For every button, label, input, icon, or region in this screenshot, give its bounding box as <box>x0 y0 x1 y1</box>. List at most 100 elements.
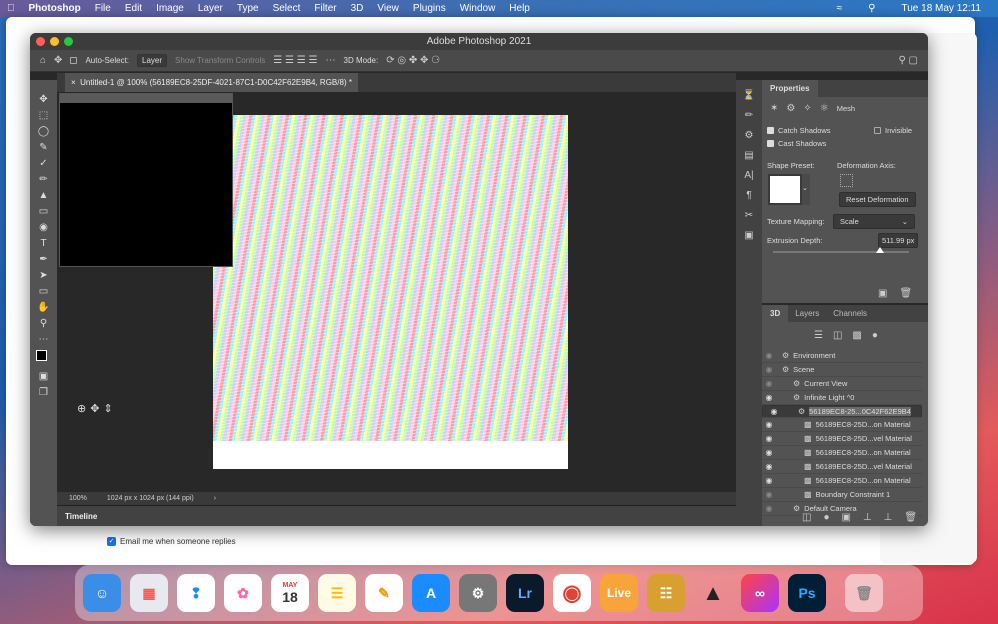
menu-select[interactable]: Select <box>273 3 301 14</box>
screen-mode-icon[interactable]: ❐ <box>39 387 48 398</box>
tab-channels[interactable]: Channels <box>826 305 874 322</box>
quick-select-tool-icon[interactable]: ✎ <box>39 142 47 153</box>
stamp-tool-icon[interactable]: ▲ <box>39 190 49 201</box>
creative-cloud-icon[interactable]: ∞ <box>741 574 779 612</box>
history-icon[interactable]: ⏳ <box>743 90 755 101</box>
visibility-eye-icon[interactable]: ◉ <box>762 379 776 388</box>
apple-icon[interactable]:  <box>7 3 15 14</box>
show-transform-controls[interactable]: Show Transform Controls <box>175 56 265 65</box>
paragraph-icon[interactable]: ¶ <box>746 190 751 201</box>
menu-file[interactable]: File <box>95 3 111 14</box>
search-icon[interactable]: ⚲ <box>868 3 875 14</box>
menu-view[interactable]: View <box>377 3 399 14</box>
visibility-eye-icon[interactable]: ◉ <box>762 504 776 513</box>
close-button[interactable] <box>36 37 45 46</box>
scene-tree-item[interactable]: ◉ ⚙ Scene <box>762 363 922 377</box>
type-tool-icon[interactable]: T <box>40 238 46 249</box>
visibility-eye-icon[interactable]: ◉ <box>762 365 776 374</box>
minimize-button[interactable] <box>50 37 59 46</box>
dolly-icon[interactable]: ⇕ <box>103 402 112 415</box>
path-select-tool-icon[interactable]: ➤ <box>39 270 47 281</box>
archive-icon[interactable]: ☷ <box>647 574 685 612</box>
reset-deformation-button[interactable]: Reset Deformation <box>839 192 916 207</box>
hand-tool-icon[interactable]: ✋ <box>37 302 49 313</box>
inkscape-icon[interactable]: ▲ <box>694 574 732 612</box>
deform-icon[interactable]: ⚙ <box>786 103 795 114</box>
scene-tree-item[interactable]: ◉ ▩ 56189EC8-25D...on Material <box>762 474 922 488</box>
zoom-button[interactable] <box>64 37 73 46</box>
wifi-icon[interactable]: ≈ <box>837 3 843 14</box>
material-filter-icon[interactable]: ▩ <box>852 330 861 341</box>
render-icon[interactable]: ▣ <box>878 288 887 299</box>
clock[interactable]: Tue 18 May 12:11 <box>902 3 982 14</box>
extrusion-depth-input[interactable]: 511.99 px <box>878 233 919 248</box>
marquee-tool-icon[interactable]: ⬚ <box>39 110 48 121</box>
brush-settings-icon[interactable]: ✏ <box>745 110 753 121</box>
lightroom-icon[interactable]: Lr <box>506 574 544 612</box>
visibility-eye-icon[interactable]: ◉ <box>762 462 776 471</box>
add-light-icon[interactable]: ● <box>823 512 829 523</box>
light-filter-icon[interactable]: ● <box>872 330 878 341</box>
document-tab[interactable]: × Untitled-1 @ 100% (56189EC8-25DF-4021-… <box>65 73 358 92</box>
catch-shadows-checkbox[interactable] <box>767 127 774 134</box>
zoom-level[interactable]: 100% <box>69 495 87 502</box>
menu-window[interactable]: Window <box>460 3 496 14</box>
scene-tree-item[interactable]: ◉ ▩ 56189EC8-25D...vel Material <box>762 460 922 475</box>
eyedropper-tool-icon[interactable]: ✓ <box>39 158 47 169</box>
more-tools-icon[interactable]: ⋯ <box>39 334 49 345</box>
home-icon[interactable]: ⌂ <box>40 55 46 66</box>
photoshop-dock-icon[interactable]: Ps <box>788 574 826 612</box>
menu-layer[interactable]: Layer <box>198 3 223 14</box>
shape-preset-chevron-icon[interactable]: ⌄ <box>802 174 810 205</box>
live-icon[interactable]: Live <box>600 574 638 612</box>
quick-mask-icon[interactable]: ▣ <box>39 371 48 382</box>
visibility-eye-icon[interactable]: ◉ <box>762 490 776 499</box>
scene-tree-item[interactable]: ◉ ▩ 56189EC8-25D...on Material <box>762 446 922 461</box>
scene-tree-item[interactable]: ◉ ⚙ Environment <box>762 349 922 363</box>
lasso-tool-icon[interactable]: ◯ <box>38 126 49 137</box>
scene-filter-icon[interactable]: ☰ <box>814 330 823 341</box>
photos-icon[interactable]: ✿ <box>224 574 262 612</box>
app-store-icon[interactable]: A <box>412 574 450 612</box>
menu-plugins[interactable]: Plugins <box>413 3 446 14</box>
brush-tool-icon[interactable]: ✏ <box>39 174 47 185</box>
character-icon[interactable]: A| <box>744 170 753 181</box>
system-preferences-icon[interactable]: ⚙ <box>459 574 497 612</box>
menu-image[interactable]: Image <box>156 3 184 14</box>
floating-3d-view[interactable] <box>59 93 233 267</box>
chrome-icon[interactable]: ◉ <box>553 574 591 612</box>
canvas-image[interactable] <box>213 115 568 469</box>
scene-tree-item[interactable]: ◉ ⚙ 56189EC8-25...0C42F62E9B4 <box>762 404 922 419</box>
add-mesh-icon[interactable]: ◫ <box>802 512 811 523</box>
drop-icon[interactable]: ⊥ <box>884 512 893 523</box>
cap-icon[interactable]: ✧ <box>803 103 811 114</box>
canvas-area[interactable]: ⊕ ✥ ⇕ <box>57 92 736 492</box>
menu-filter[interactable]: Filter <box>314 3 336 14</box>
adjustments-icon[interactable]: ⚙ <box>745 130 754 141</box>
invisible-checkbox[interactable] <box>874 127 881 134</box>
menu-edit[interactable]: Edit <box>125 3 142 14</box>
pan-icon[interactable]: ✥ <box>90 402 99 415</box>
visibility-eye-icon[interactable]: ◉ <box>762 476 776 485</box>
eraser-tool-icon[interactable]: ▭ <box>39 206 48 217</box>
launchpad-icon[interactable]: ▦ <box>130 574 168 612</box>
mesh-filter-icon[interactable]: ◫ <box>833 330 842 341</box>
mesh-properties-icon[interactable]: ✶ <box>770 103 778 114</box>
align-icons[interactable]: ☰ ☰ ☰ ☰ <box>273 55 317 66</box>
safari-icon[interactable]: ❢ <box>177 574 215 612</box>
auto-select-checkbox[interactable] <box>70 57 78 64</box>
shape-tool-icon[interactable]: ▭ <box>39 286 48 297</box>
visibility-eye-icon[interactable]: ◉ <box>767 407 781 416</box>
pen-tool-icon[interactable]: ✒ <box>39 254 47 265</box>
scene-tree-item[interactable]: ◉ ⚙ Infinite Light ^0 <box>762 391 922 405</box>
tab-layers[interactable]: Layers <box>788 305 826 322</box>
menu-3d[interactable]: 3D <box>351 3 364 14</box>
calendar-icon[interactable]: MAY 18 <box>271 574 309 612</box>
scene-tree-item[interactable]: ◉ ▩ 56189EC8-25D...vel Material <box>762 432 922 447</box>
properties-tab[interactable]: Properties <box>762 80 818 97</box>
3d-orbit-icons[interactable]: ⟳ ◎ ✤ ✥ ⚆ <box>386 55 440 66</box>
coordinates-icon[interactable]: ⚛ <box>820 103 829 114</box>
email-replies-option[interactable]: ✓ Email me when someone replies <box>107 537 236 546</box>
deformation-axis-widget[interactable] <box>840 174 853 187</box>
layer-select[interactable]: Layer <box>137 54 168 67</box>
